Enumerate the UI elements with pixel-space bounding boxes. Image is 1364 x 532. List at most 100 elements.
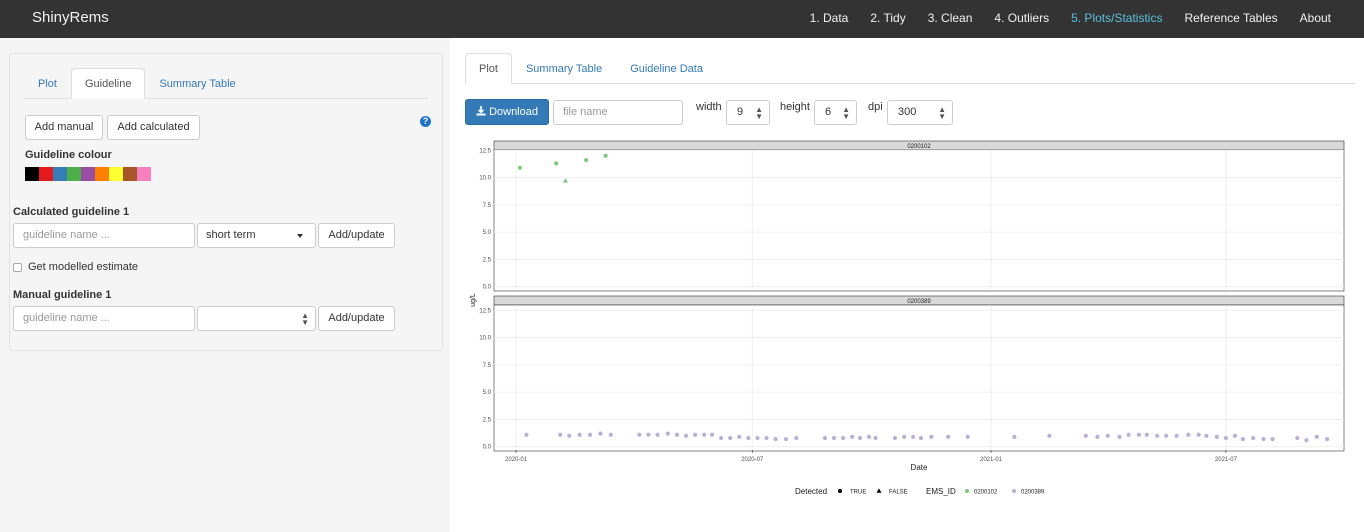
colour-palette[interactable] [25,167,151,181]
colour-swatch[interactable] [25,167,39,181]
height-value: 6 [825,106,832,118]
legend-title-detected: Detected [795,487,827,496]
data-point [794,435,799,441]
y-tick-label: 0.0 [483,285,492,291]
colour-swatch[interactable] [39,167,53,181]
data-point [554,161,559,166]
data-point [1117,434,1122,440]
data-point [646,432,651,437]
data-point [1136,432,1142,437]
faceted-scatter-chart: 0200102 0.0 2.5 5.0 7.5 10.0 12.5 0200389 0.0 2.5… [470,140,1345,496]
data-point [1270,436,1275,442]
y-tick-label: 7.5 [483,363,492,369]
navbar: ShinyRems 1. Data 2. Tidy 3. Clean 4. Ou… [0,0,1364,38]
data-point [911,434,916,440]
tab-main-plot[interactable]: Plot [465,53,512,84]
data-point [1314,434,1319,440]
nav-item-reference-tables[interactable]: Reference Tables [1173,0,1288,38]
data-point [773,436,778,442]
add-calculated-button[interactable]: Add calculated [107,115,200,140]
stepper-icon[interactable]: ▲ ▼ [938,106,946,121]
modelled-estimate-label: Get modelled estimate [28,261,139,273]
nav-item-clean[interactable]: 3. Clean [917,0,984,38]
y-tick-label: 10.0 [479,336,491,342]
height-input[interactable]: 6 ▲ ▼ [814,100,857,125]
data-point [1196,432,1201,437]
y-tick-label: 7.5 [483,203,492,209]
tab-summary-table[interactable]: Summary Table [145,68,249,99]
data-point [718,435,724,441]
dpi-input[interactable]: 300 ▲ ▼ [887,100,953,125]
colour-swatch[interactable] [137,167,151,181]
calc-term-select[interactable]: short term [197,223,316,248]
sidebar-tabs: Plot Guideline Summary Table [24,68,428,99]
manual-add-update-button[interactable]: Add/update [318,306,395,331]
panel-background [493,304,1345,452]
colour-swatch[interactable] [123,167,137,181]
data-point [702,432,707,437]
nav-item-about[interactable]: About [1289,0,1342,38]
tab-plot[interactable]: Plot [24,68,71,99]
nav-item-data[interactable]: 1. Data [799,0,860,38]
tab-main-guideline-data[interactable]: Guideline Data [616,53,717,84]
data-point [665,431,670,436]
stepper-icon[interactable]: ▲ ▼ [755,106,763,121]
colour-swatch[interactable] [95,167,109,181]
data-point [608,432,613,437]
y-tick-label: 5.0 [483,230,492,236]
y-tick-label: 10.0 [479,176,491,182]
calc-guideline-name-input[interactable]: guideline name ... [13,223,195,248]
stepper-icon[interactable]: ▲ ▼ [301,312,309,327]
manual-value-input[interactable]: ▲ ▼ [197,306,316,331]
panel-background [493,149,1345,292]
data-point [965,434,970,440]
download-icon [476,106,486,116]
legend-symbol-true [838,489,842,493]
app-title[interactable]: ShinyRems [32,9,109,26]
data-point [674,432,680,437]
tab-main-summary-table[interactable]: Summary Table [512,53,616,84]
data-point [693,432,698,437]
width-input[interactable]: 9 ▲ ▼ [726,100,770,125]
data-point [929,434,934,440]
y-tick-label: 5.0 [483,390,492,396]
data-point [857,435,863,441]
width-label: width [696,101,722,113]
data-point [603,153,608,158]
download-button[interactable]: Download [465,99,549,125]
legend-symbol-series-1 [965,489,969,493]
x-tick-label: 2020-01 [505,457,528,463]
colour-swatch[interactable] [53,167,67,181]
tab-guideline[interactable]: Guideline [70,68,146,99]
y-tick-label: 0.0 [483,445,492,451]
nav-item-tidy[interactable]: 2. Tidy [859,0,916,38]
data-point [1232,433,1238,438]
colour-swatch[interactable] [81,167,95,181]
manual-guideline-title: Manual guideline 1 [13,289,112,301]
data-point [755,435,760,441]
calc-add-update-button[interactable]: Add/update [318,223,395,248]
data-point [598,431,603,436]
height-label: height [780,101,810,113]
modelled-estimate-checkbox[interactable] [13,263,22,272]
nav-item-plots-statistics[interactable]: 5. Plots/Statistics [1060,0,1173,38]
data-point [577,432,582,437]
data-point [866,434,872,440]
stepper-icon[interactable]: ▲ ▼ [842,106,850,121]
colour-swatch[interactable] [109,167,123,181]
data-point [1144,432,1149,437]
legend-label-series-1: 0200102 [974,490,998,496]
help-icon[interactable]: ? [420,116,431,127]
file-name-input[interactable]: file name [553,100,683,125]
facet-strip-label: 0200102 [907,144,931,150]
data-point [1047,433,1052,438]
nav-item-outliers[interactable]: 4. Outliers [983,0,1060,38]
guideline-colour-label: Guideline colour [25,149,112,161]
add-manual-button[interactable]: Add manual [25,115,103,140]
data-point [1105,433,1110,438]
data-point [737,434,742,440]
colour-swatch[interactable] [67,167,81,181]
manual-guideline-name-input[interactable]: guideline name ... [13,306,195,331]
width-value: 9 [737,106,744,118]
calc-term-value: short term [206,229,256,241]
